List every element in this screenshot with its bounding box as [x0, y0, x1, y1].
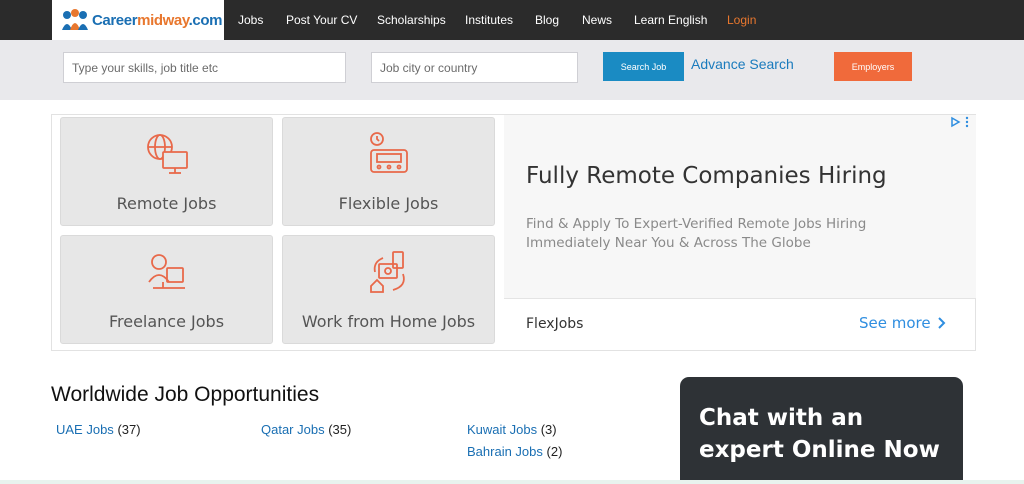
chat-line-2: expert Online Now [699, 437, 940, 463]
logo-text-midway: midway [137, 11, 189, 29]
chevron-right-icon [937, 317, 946, 329]
ad-headline[interactable]: Fully Remote Companies Hiring [526, 163, 887, 189]
flexjobs-ad[interactable]: Remote Jobs Flexible Jobs Freelance Jobs [51, 114, 976, 351]
logo-text-domain: .com [188, 11, 223, 29]
logo-text: Careermidway.com [92, 12, 222, 29]
worldwide-title: Worldwide Job Opportunities [51, 383, 320, 406]
ad-see-more-label: See more [859, 314, 931, 332]
logo-text-career: Career [92, 11, 138, 29]
country-job-count: (35) [328, 422, 352, 437]
logo-people-icon [62, 9, 88, 30]
search-bar: Search Job Advance Search Employers [0, 40, 1024, 100]
tile-label-freelance: Freelance Jobs [108, 312, 225, 331]
tile-work-from-home-jobs[interactable]: Work from Home Jobs [282, 235, 495, 344]
tile-label-flexible: Flexible Jobs [338, 194, 439, 213]
ad-body-text: Find & Apply To Expert-Verified Remote J… [526, 216, 867, 251]
country-link-uae[interactable]: UAE Jobs (37) [56, 422, 141, 437]
freelancer-laptop-icon [147, 254, 185, 289]
ad-copy-panel [504, 115, 976, 298]
country-link-kuwait[interactable]: Kuwait Jobs (3) [467, 422, 557, 437]
search-job-button[interactable]: Search Job [603, 52, 684, 81]
home-work-cycle-icon [369, 251, 405, 293]
adchoices-icon[interactable] [950, 115, 974, 129]
tile-freelance-jobs[interactable]: Freelance Jobs [60, 235, 273, 344]
country-link-label[interactable]: Bahrain Jobs [467, 444, 543, 459]
nav-blog[interactable]: Blog [535, 0, 559, 40]
ad-divider [504, 298, 976, 299]
bottom-strip [0, 480, 1024, 484]
country-link-qatar[interactable]: Qatar Jobs (35) [261, 422, 351, 437]
country-job-count: (37) [117, 422, 141, 437]
employers-button[interactable]: Employers [834, 52, 912, 81]
clock-device-icon [369, 132, 408, 173]
nav-post-your-cv[interactable]: Post Your CV [286, 0, 357, 40]
site-logo[interactable]: Careermidway.com [52, 0, 224, 40]
nav-login[interactable]: Login [727, 0, 756, 40]
nav-scholarships[interactable]: Scholarships [377, 0, 446, 40]
top-navbar: Careermidway.com Jobs Post Your CV Schol… [0, 0, 1024, 40]
chat-expert-widget[interactable]: Chat with an expert Online Now [680, 377, 963, 484]
nav-institutes[interactable]: Institutes [465, 0, 513, 40]
tile-remote-jobs[interactable]: Remote Jobs [60, 117, 273, 226]
ad-brand: FlexJobs [526, 316, 584, 332]
tile-flexible-jobs[interactable]: Flexible Jobs [282, 117, 495, 226]
chat-line-1: Chat with an [699, 405, 864, 431]
nav-learn-english[interactable]: Learn English [634, 0, 707, 40]
advance-search-link[interactable]: Advance Search [691, 56, 794, 72]
nav-news[interactable]: News [582, 0, 612, 40]
ad-see-more-link[interactable]: See more [859, 314, 946, 332]
country-link-label[interactable]: Kuwait Jobs [467, 422, 537, 437]
tile-label-work-from-home: Work from Home Jobs [301, 312, 476, 331]
country-job-count: (2) [546, 444, 563, 459]
location-search-input[interactable] [371, 52, 578, 83]
country-link-label[interactable]: Qatar Jobs [261, 422, 325, 437]
tile-label-remote: Remote Jobs [116, 194, 217, 213]
country-link-bahrain[interactable]: Bahrain Jobs (2) [467, 444, 562, 459]
country-link-label[interactable]: UAE Jobs [56, 422, 114, 437]
skills-search-input[interactable] [63, 52, 346, 83]
nav-jobs[interactable]: Jobs [238, 0, 263, 40]
chat-text: Chat with an expert Online Now [699, 402, 940, 466]
globe-monitor-icon [146, 134, 188, 174]
country-job-count: (3) [540, 422, 557, 437]
